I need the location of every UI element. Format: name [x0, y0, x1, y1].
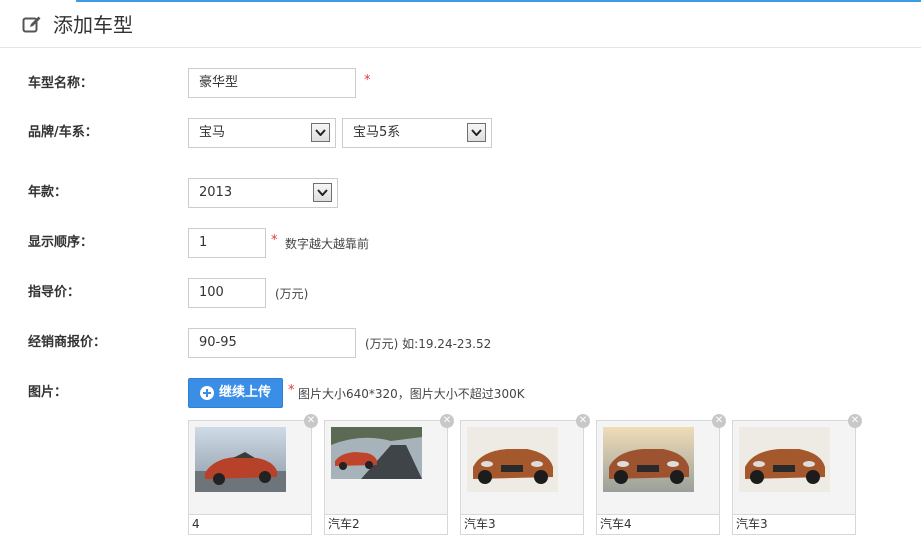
continue-upload-button[interactable]: 继续上传: [188, 378, 283, 408]
close-icon[interactable]: ✕: [440, 414, 454, 428]
image-thumb[interactable]: 汽车2 ✕: [324, 414, 454, 535]
car-photo-2: [331, 427, 422, 479]
image-thumb[interactable]: 4 ✕: [188, 414, 318, 535]
car-photo-4: [603, 427, 694, 492]
year-select-value: 2013: [199, 185, 233, 200]
close-icon[interactable]: ✕: [712, 414, 726, 428]
brand-series-label: 品牌/车系：: [28, 125, 98, 140]
images-hint: 图片大小640*320，图片大小不超过300K: [298, 387, 525, 401]
dealer-price-input[interactable]: 90-95: [188, 328, 356, 358]
dealer-price-hint: (万元) 如:19.24-23.52: [365, 337, 492, 351]
brand-select-value: 宝马: [199, 125, 226, 140]
image-caption[interactable]: 汽车4: [597, 514, 719, 534]
images-label: 图片：: [28, 385, 68, 400]
dealer-price-label: 经销商报价：: [28, 335, 107, 350]
chevron-down-icon[interactable]: [467, 123, 486, 142]
car-photo-1: [195, 427, 286, 492]
guide-price-input[interactable]: 100: [188, 278, 266, 308]
page-title: 添加车型: [53, 13, 133, 37]
upload-button-label: 继续上传: [219, 385, 272, 400]
image-caption[interactable]: 汽车3: [461, 514, 583, 534]
image-caption[interactable]: 汽车3: [733, 514, 855, 534]
order-label: 显示顺序：: [28, 235, 94, 250]
order-input[interactable]: 1: [188, 228, 266, 258]
required-mark: *: [364, 73, 371, 88]
chevron-down-icon[interactable]: [313, 183, 332, 202]
series-select-value: 宝马5系: [353, 125, 401, 140]
order-hint: 数字越大越靠前: [285, 237, 370, 251]
guide-price-label: 指导价：: [28, 285, 81, 300]
year-label: 年款：: [28, 185, 68, 200]
required-mark: *: [288, 383, 295, 398]
image-caption[interactable]: 汽车2: [325, 514, 447, 534]
image-caption[interactable]: 4: [189, 514, 311, 534]
required-mark: *: [271, 233, 278, 248]
chevron-down-icon[interactable]: [311, 123, 330, 142]
guide-price-unit: (万元): [275, 287, 309, 301]
car-photo-5: [739, 427, 830, 492]
plus-circle-icon: [200, 386, 214, 400]
series-select[interactable]: 宝马5系: [342, 118, 492, 148]
close-icon[interactable]: ✕: [576, 414, 590, 428]
image-thumb[interactable]: 汽车4 ✕: [596, 414, 726, 535]
model-name-label: 车型名称：: [28, 76, 94, 91]
image-thumb[interactable]: 汽车3 ✕: [732, 414, 862, 535]
image-thumb[interactable]: 汽车3 ✕: [460, 414, 590, 535]
close-icon[interactable]: ✕: [304, 414, 318, 428]
close-icon[interactable]: ✕: [848, 414, 862, 428]
model-name-input[interactable]: 豪华型: [188, 68, 356, 98]
car-photo-3: [467, 427, 558, 492]
brand-select[interactable]: 宝马: [188, 118, 336, 148]
edit-icon: [22, 16, 41, 33]
year-select[interactable]: 2013: [188, 178, 338, 208]
page-header: 添加车型: [0, 0, 921, 48]
